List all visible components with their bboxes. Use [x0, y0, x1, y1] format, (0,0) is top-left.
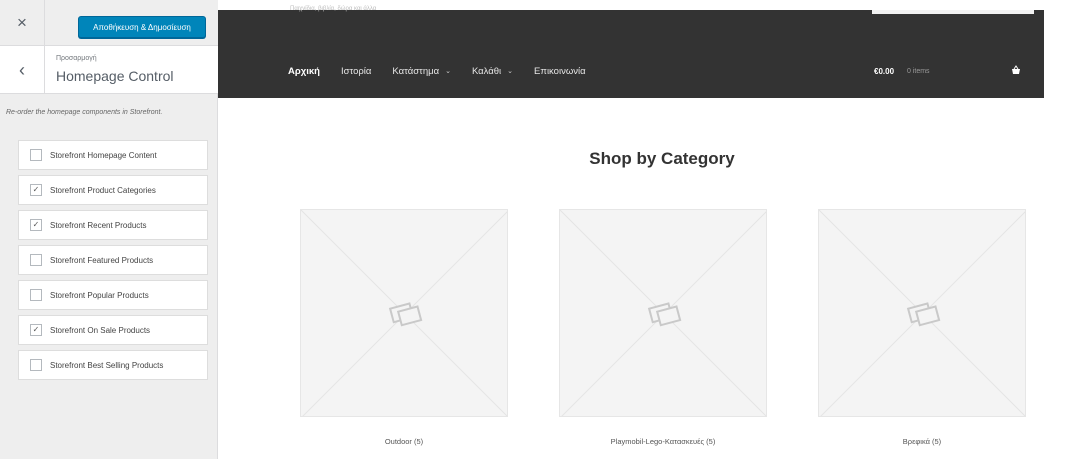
- nav-item-cart[interactable]: Καλάθι ⌄: [472, 66, 513, 77]
- nav-item-history[interactable]: Ιστορία: [341, 66, 371, 77]
- category-name[interactable]: Outdoor (5): [300, 437, 508, 446]
- chevron-down-icon: ⌄: [507, 68, 514, 75]
- component-checkbox[interactable]: ✓: [30, 324, 42, 336]
- component-item-best-selling-products[interactable]: Storefront Best Selling Products: [18, 350, 208, 380]
- component-label: Storefront Popular Products: [50, 290, 149, 300]
- component-item-popular-products[interactable]: Storefront Popular Products: [18, 280, 208, 310]
- component-item-product-categories[interactable]: ✓ Storefront Product Categories: [18, 175, 208, 205]
- checkmark-icon: ✓: [32, 325, 40, 334]
- category-image[interactable]: [818, 209, 1026, 417]
- section-header: ‹ Προσαρμογή Homepage Control: [0, 46, 218, 94]
- component-checkbox[interactable]: ✓: [30, 184, 42, 196]
- category-image[interactable]: [300, 209, 508, 417]
- cart-amount[interactable]: €0.00: [874, 67, 894, 76]
- checkmark-icon: ✓: [32, 220, 40, 229]
- component-label: Storefront Recent Products: [50, 220, 147, 230]
- cart-item-count[interactable]: 0 items: [907, 68, 930, 75]
- site-header: Παιχνίδια, βιβλία, δώρα και άλλα Αρχική …: [218, 6, 1044, 98]
- image-placeholder-icon: [301, 210, 507, 416]
- nav-item-shop[interactable]: Κατάστημα ⌄: [392, 66, 451, 77]
- category-card-baby[interactable]: Βρεφικά (5): [818, 209, 1026, 446]
- image-placeholder-icon: [819, 210, 1025, 416]
- basket-icon[interactable]: [1011, 65, 1021, 75]
- section-title: Homepage Control: [56, 68, 174, 84]
- site-tagline: Παιχνίδια, βιβλία, δώρα και άλλα: [290, 6, 377, 12]
- category-card-playmobil[interactable]: Playmobil-Lego-Κατασκευές (5): [559, 209, 767, 446]
- nav-item-contact[interactable]: Επικοινωνία: [534, 66, 586, 77]
- component-item-recent-products[interactable]: ✓ Storefront Recent Products: [18, 210, 208, 240]
- nav-label: Επικοινωνία: [534, 65, 586, 77]
- primary-nav: Αρχική Ιστορία Κατάστημα ⌄ Καλάθι ⌄ Επικ…: [288, 64, 607, 78]
- component-label: Storefront Best Selling Products: [50, 360, 164, 370]
- component-checkbox[interactable]: [30, 359, 42, 371]
- nav-label: Ιστορία: [340, 65, 372, 77]
- category-name[interactable]: Βρεφικά (5): [818, 437, 1026, 446]
- nav-label: Κατάστημα: [392, 65, 440, 77]
- component-label: Storefront On Sale Products: [50, 325, 151, 335]
- publish-button[interactable]: Αποθήκευση & Δημοσίευση: [78, 16, 206, 38]
- nav-label: Αρχική: [288, 65, 320, 77]
- component-checkbox[interactable]: [30, 289, 42, 301]
- site-preview: Παιχνίδια, βιβλία, δώρα και άλλα Αρχική …: [218, 0, 1092, 459]
- section-heading: Shop by Category: [589, 149, 735, 168]
- checkmark-icon: ✓: [32, 185, 40, 194]
- image-placeholder-icon: [560, 210, 766, 416]
- component-checkbox[interactable]: [30, 254, 42, 266]
- component-item-on-sale-products[interactable]: ✓ Storefront On Sale Products: [18, 315, 208, 345]
- category-name[interactable]: Playmobil-Lego-Κατασκευές (5): [559, 437, 767, 446]
- nav-item-home[interactable]: Αρχική: [288, 66, 320, 77]
- section-breadcrumb: Προσαρμογή: [56, 55, 97, 62]
- component-checkbox[interactable]: [30, 149, 42, 161]
- section-description: Re-order the homepage components in Stor…: [6, 109, 163, 116]
- nav-label: Καλάθι: [471, 65, 502, 77]
- chevron-left-icon[interactable]: ‹: [0, 46, 45, 94]
- customizer-sidebar: × Αποθήκευση & Δημοσίευση ‹ Προσαρμογή H…: [0, 0, 218, 459]
- chevron-down-icon: ⌄: [445, 68, 451, 75]
- component-label: Storefront Homepage Content: [50, 150, 157, 160]
- component-checkbox[interactable]: ✓: [30, 219, 42, 231]
- component-label: Storefront Featured Products: [50, 255, 154, 265]
- customizer-header: × Αποθήκευση & Δημοσίευση: [0, 0, 218, 46]
- component-item-featured-products[interactable]: Storefront Featured Products: [18, 245, 208, 275]
- close-icon[interactable]: ×: [0, 0, 45, 46]
- component-label: Storefront Product Categories: [50, 185, 156, 195]
- search-input[interactable]: [872, 10, 1034, 14]
- category-card-outdoor[interactable]: Outdoor (5): [300, 209, 508, 446]
- category-image[interactable]: [559, 209, 767, 417]
- component-item-homepage-content[interactable]: Storefront Homepage Content: [18, 140, 208, 170]
